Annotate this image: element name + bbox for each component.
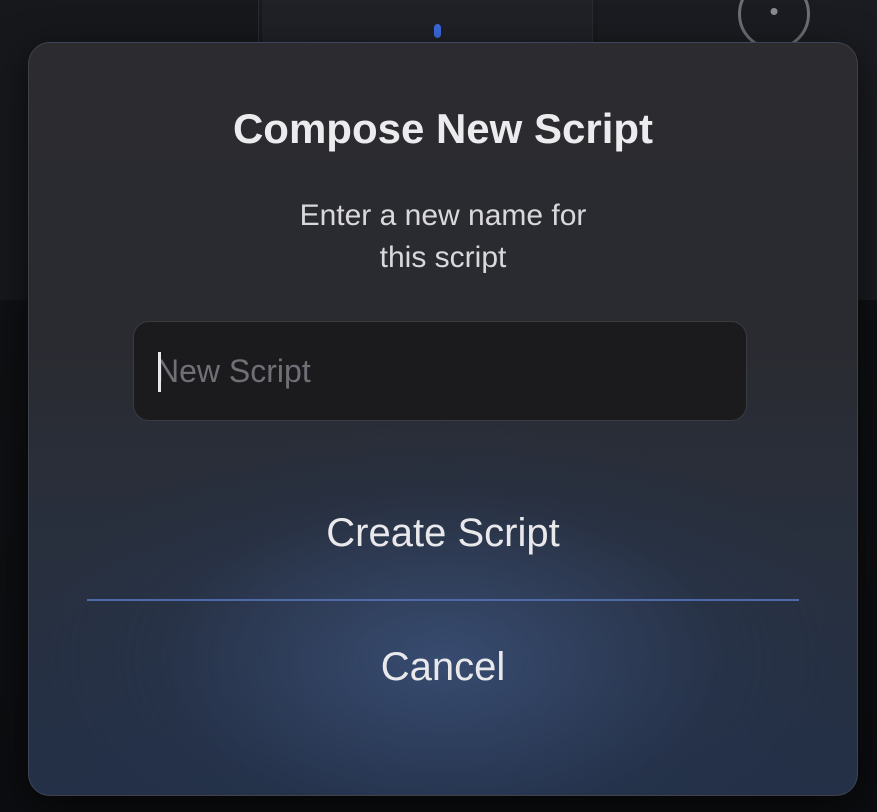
button-divider — [87, 599, 799, 601]
dialog-message: Enter a new name for this script — [29, 195, 857, 279]
compose-script-dialog: Compose New Script Enter a new name for … — [28, 42, 858, 796]
script-name-field[interactable] — [133, 321, 747, 421]
dialog-title: Compose New Script — [232, 105, 654, 152]
dialog-message-line: this script — [379, 241, 507, 274]
background-indicator-dot — [434, 24, 441, 38]
script-name-input[interactable] — [156, 322, 726, 420]
text-caret — [158, 352, 161, 392]
cancel-button[interactable]: Cancel — [87, 623, 799, 711]
create-script-button[interactable]: Create Script — [87, 489, 799, 577]
dialog-message-line: Enter a new name for — [299, 199, 587, 232]
